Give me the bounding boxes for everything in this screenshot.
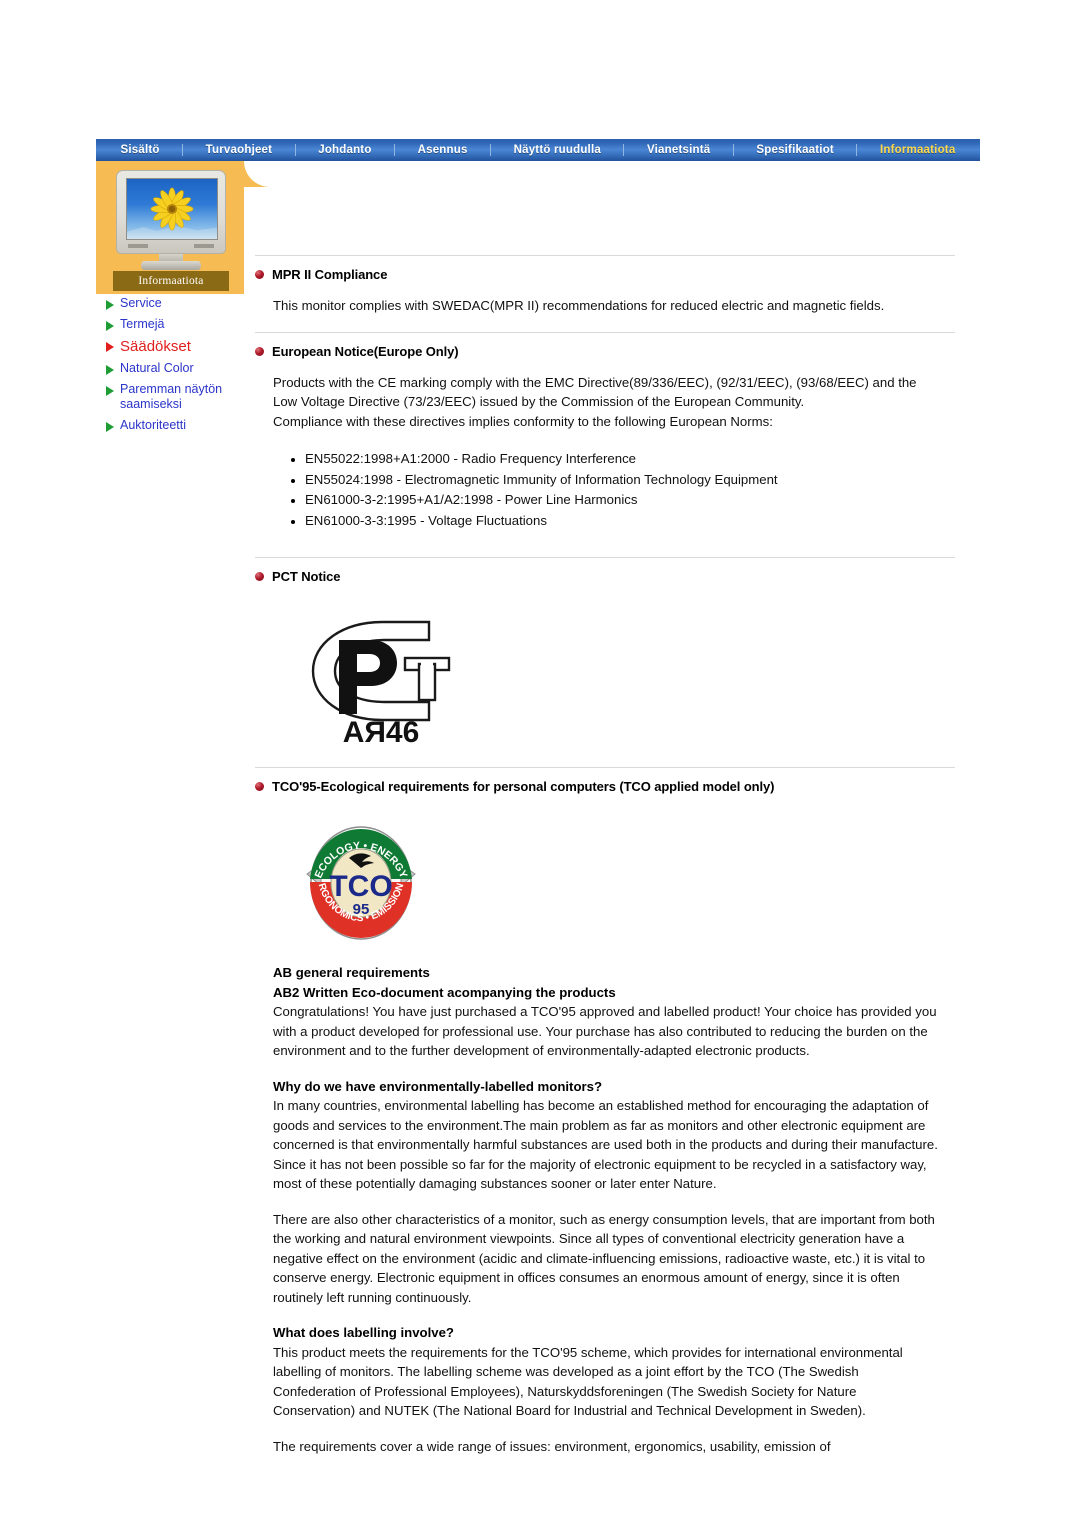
sidebar-link-list: Service Termejä Säädökset Natural Color … — [100, 296, 260, 439]
sidebar-item-service[interactable]: Service — [100, 296, 260, 311]
tco-paragraph-2: In many countries, environmental labelli… — [273, 1098, 938, 1191]
sidebar-corner-notch — [244, 161, 270, 187]
sidebar-item-paremman-nayton-saamiseksi[interactable]: Paremman näytön saamiseksi — [100, 382, 260, 412]
sidebar-item-label: Paremman näytön saamiseksi — [120, 382, 223, 411]
nav-tab-johdanto[interactable]: Johdanto — [296, 139, 394, 161]
tco-paragraph-1: Congratulations! You have just purchased… — [273, 1004, 937, 1058]
nav-tab-vianetsinta[interactable]: Vianetsintä — [624, 139, 732, 161]
section-title: MPR II Compliance — [272, 267, 388, 282]
nav-tab-spesifikaatiot[interactable]: Spesifikaatiot — [734, 139, 857, 161]
section-divider — [255, 767, 955, 768]
monitor-model-mark — [194, 244, 214, 248]
european-body-text-1: Products with the CE marking comply with… — [273, 374, 917, 410]
arrow-right-icon — [106, 300, 114, 310]
tco-paragraph-4: This product meets the requirements for … — [273, 1344, 903, 1419]
european-body-text-2: Compliance with these directives implies… — [273, 413, 773, 429]
nav-separator — [294, 144, 296, 156]
section-title: European Notice(Europe Only) — [272, 343, 459, 359]
nav-separator — [623, 144, 625, 156]
tco-center-text: TCO — [329, 870, 392, 903]
nav-tab-sisalto[interactable]: Sisältö — [98, 139, 182, 161]
sidebar-item-label: Säädökset — [120, 338, 191, 355]
nav-separator — [394, 144, 396, 156]
sidebar-item-label: Auktoriteetti — [120, 418, 187, 432]
monitor-sunflower-thumbnail — [112, 170, 230, 270]
sidebar-section-caption: Informaatiota — [113, 271, 229, 291]
arrow-right-icon — [106, 365, 114, 375]
tco-heading-why-labelled: Why do we have environmentally-labelled … — [273, 1078, 603, 1094]
sidebar-item-label: Termejä — [120, 317, 165, 331]
top-navigation-bar: Sisältö Turvaohjeet Johdanto Asennus Näy… — [96, 139, 980, 161]
pct-certification-mark: AЯ46 — [311, 620, 451, 749]
sunflower-icon — [150, 187, 194, 231]
sidebar-item-termeja[interactable]: Termejä — [100, 317, 260, 332]
manual-page: Sisältö Turvaohjeet Johdanto Asennus Näy… — [0, 0, 1080, 1528]
nav-tab-naytto-ruudulla[interactable]: Näyttö ruudulla — [491, 139, 623, 161]
sidebar-item-auktoriteetti[interactable]: Auktoriteetti — [100, 418, 260, 433]
tco-heading-ab2: AB2 Written Eco-document acompanying the… — [273, 984, 616, 1000]
tco-heading-ab-general: AB general requirements — [273, 965, 430, 980]
red-bullet-icon — [255, 572, 264, 581]
arrow-right-icon — [106, 342, 114, 352]
arrow-right-icon — [106, 422, 114, 432]
section-title: PCT Notice — [272, 569, 341, 584]
section-header-mpr: MPR II Compliance — [255, 267, 955, 282]
sidebar-item-label: Natural Color — [120, 361, 194, 375]
sidebar-item-label: Service — [120, 296, 162, 310]
list-item: EN61000-3-3:1995 - Voltage Fluctuations — [289, 511, 955, 532]
tco-paragraph-3: There are also other characteristics of … — [273, 1211, 935, 1305]
monitor-bezel — [116, 170, 226, 254]
nav-tab-asennus[interactable]: Asennus — [395, 139, 490, 161]
list-item: EN61000-3-2:1995+A1/A2:1998 - Power Line… — [289, 490, 955, 511]
monitor-brand-mark — [128, 244, 148, 248]
main-content: MPR II Compliance This monitor complies … — [255, 255, 955, 1456]
pct-code-text: AЯ46 — [343, 716, 420, 746]
nav-separator — [490, 144, 492, 156]
nav-separator — [732, 144, 734, 156]
sidebar-item-saadokset[interactable]: Säädökset — [100, 338, 260, 355]
nav-separator — [856, 144, 858, 156]
section-divider — [255, 255, 955, 256]
red-bullet-icon — [255, 270, 264, 279]
section-divider — [255, 331, 955, 333]
section-header-tco: TCO'95-Ecological requirements for perso… — [255, 779, 955, 794]
red-bullet-icon — [255, 782, 264, 791]
section-divider — [255, 557, 955, 558]
nav-tab-informaatiota[interactable]: Informaatiota — [857, 139, 977, 161]
european-norms-list: EN55022:1998+A1:2000 - Radio Frequency I… — [289, 449, 955, 531]
mpr-body-text: This monitor complies with SWEDAC(MPR II… — [273, 298, 885, 313]
nav-tab-turvaohjeet[interactable]: Turvaohjeet — [183, 139, 295, 161]
nav-separator — [182, 144, 184, 156]
sidebar-item-natural-color[interactable]: Natural Color — [100, 361, 260, 376]
list-item: EN55022:1998+A1:2000 - Radio Frequency I… — [289, 449, 955, 470]
section-header-european: European Notice(Europe Only) — [255, 344, 955, 359]
section-header-pct: PCT Notice — [255, 569, 955, 584]
tco-heading-what-involve: What does labelling involve? — [273, 1325, 454, 1340]
monitor-screen — [126, 178, 218, 240]
list-item: EN55024:1998 - Electromagnetic Immunity … — [289, 470, 955, 491]
section-title: TCO'95-Ecological requirements for perso… — [272, 779, 775, 794]
red-bullet-icon — [255, 346, 264, 356]
arrow-right-icon — [106, 321, 114, 331]
tco95-certification-logo: TCO 95 ECOLOGY • ENERGY ERGONOMICS • EMI… — [302, 816, 416, 940]
arrow-right-icon — [106, 386, 114, 396]
monitor-base — [141, 261, 201, 270]
tco-paragraph-5: The requirements cover a wide range of i… — [273, 1438, 831, 1454]
